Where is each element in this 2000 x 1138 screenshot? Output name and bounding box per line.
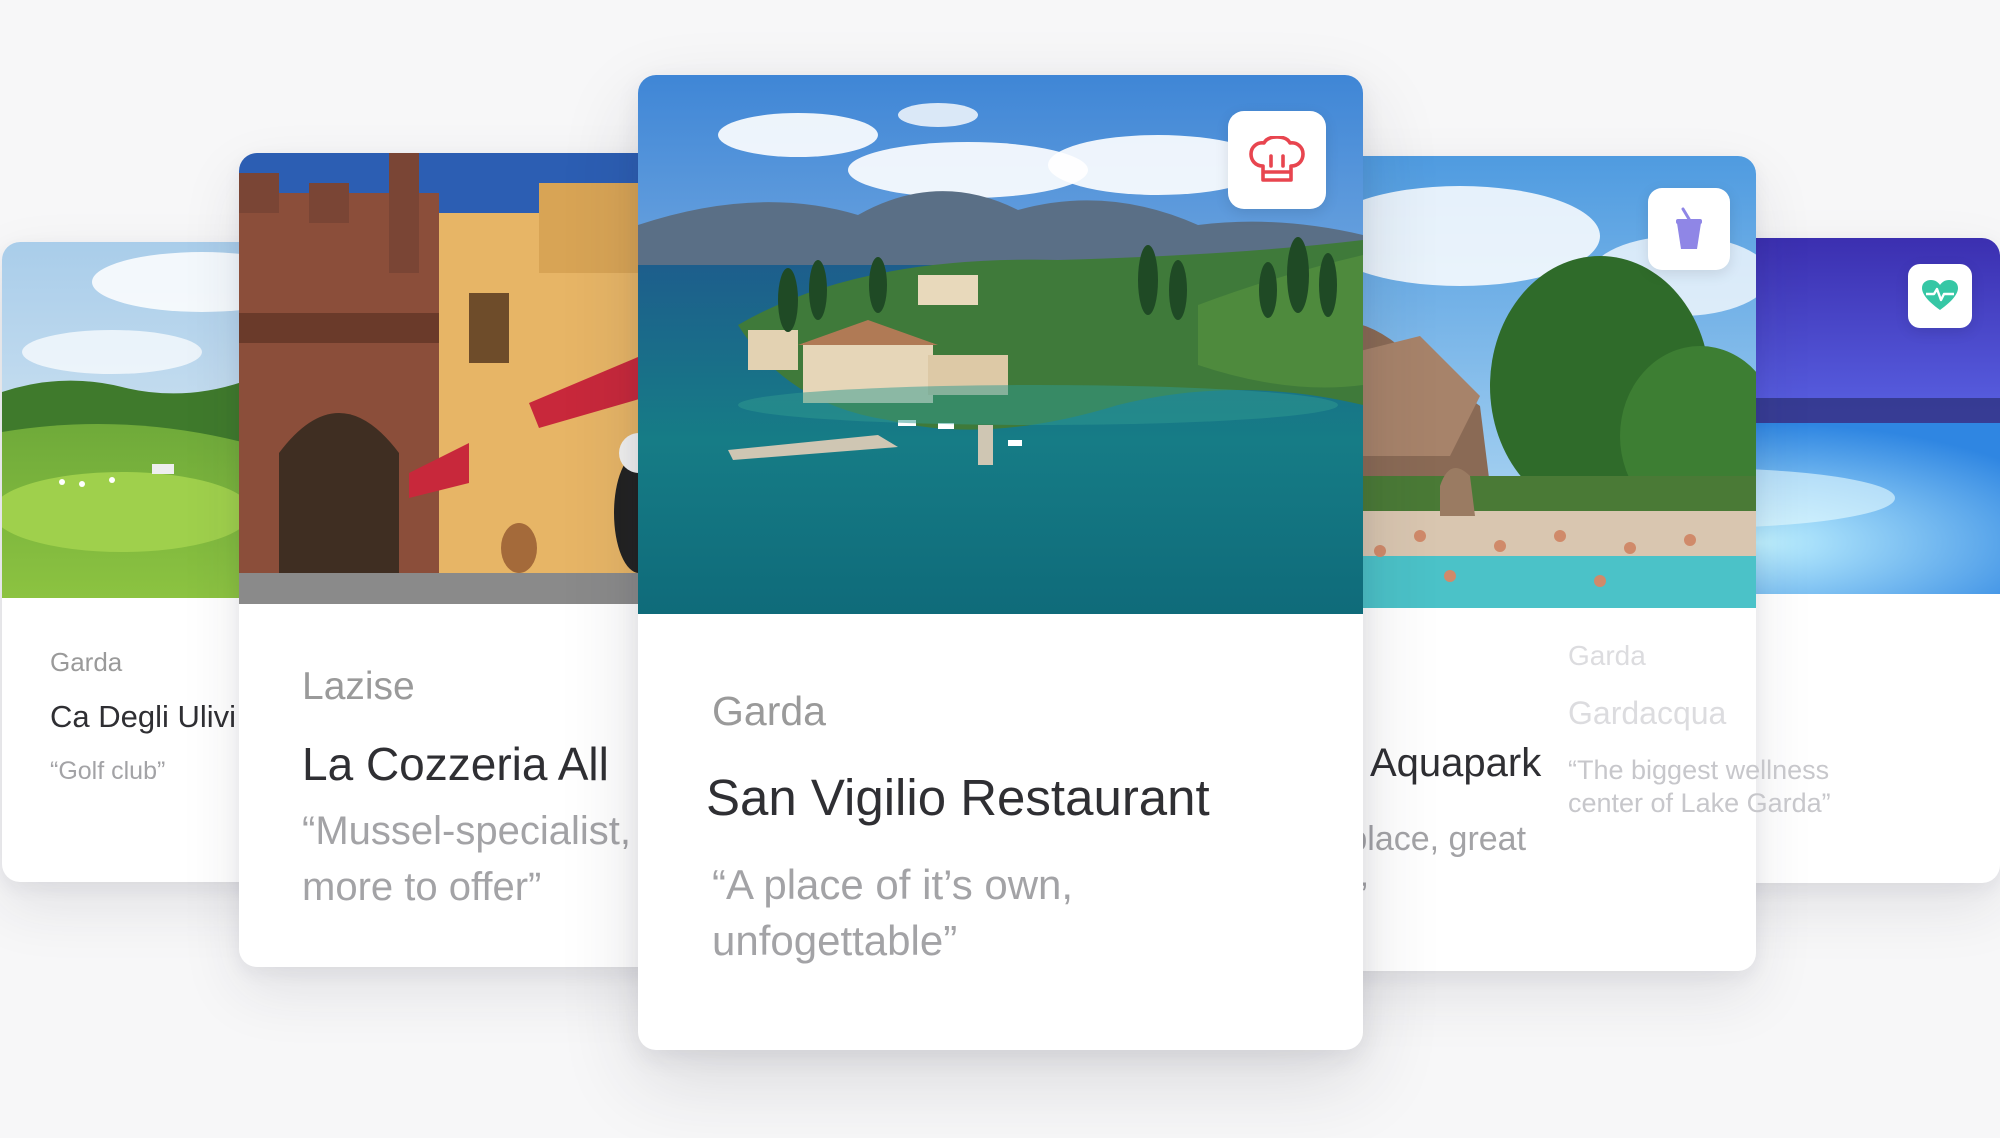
heart-pulse-icon bbox=[1922, 280, 1958, 310]
card-location: Garda bbox=[50, 647, 123, 677]
cards-carousel: Garda Ca Degli Ulivi “Golf club” Aquapar… bbox=[0, 0, 2000, 1138]
category-badge bbox=[1648, 188, 1730, 270]
drink-cup-icon bbox=[1676, 207, 1702, 249]
card-quote: “A place of it’s own, unfogettable” bbox=[712, 861, 1074, 964]
place-card-cozzeria[interactable]: Lazise La Cozzeria All “Mussel-specialis… bbox=[239, 153, 695, 967]
card-quote: “The biggest wellness center of Lake Gar… bbox=[1568, 755, 1831, 818]
card-location: Garda bbox=[1568, 640, 1646, 671]
card-quote: g place, great es” bbox=[1320, 811, 1680, 923]
restaurant-street-photo bbox=[239, 153, 695, 604]
category-badge bbox=[1228, 111, 1326, 209]
card-location: Garda bbox=[712, 688, 826, 734]
card-title: Ca Degli Ulivi bbox=[50, 699, 237, 734]
place-card-san-vigilio[interactable]: Garda San Vigilio Restaurant “A place of… bbox=[638, 75, 1363, 1050]
chef-hat-icon bbox=[1249, 136, 1305, 182]
card-title: Gardacqua bbox=[1568, 695, 1727, 731]
card-quote: “Mussel-specialist, much more to offer” bbox=[302, 809, 695, 909]
card-title: La Cozzeria All bbox=[302, 738, 609, 790]
card-title: Aquapark bbox=[1370, 741, 1542, 785]
card-location: Lazise bbox=[302, 665, 415, 708]
card-title: San Vigilio Restaurant bbox=[706, 769, 1210, 826]
category-badge bbox=[1908, 264, 1972, 328]
place-card-aquapark[interactable]: Aquapark g place, great es” bbox=[1300, 156, 1756, 971]
card-quote-line: es” bbox=[1320, 867, 1680, 923]
